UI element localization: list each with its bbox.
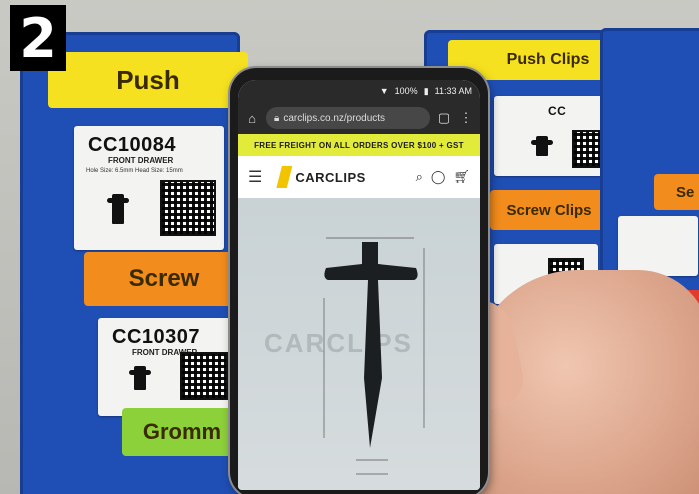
rack-label-text: Screw	[128, 265, 200, 292]
battery-icon: ▮	[423, 85, 429, 96]
account-icon[interactable]: ◯	[431, 169, 446, 185]
url-field[interactable]: 🔒︎ carclips.co.nz/products	[266, 107, 430, 129]
photo-scene: Push CC10084 FRONT DRAWER Hole Size: 6.5…	[0, 0, 699, 494]
rack-label-text: Gromm	[142, 419, 222, 444]
promo-banner-text: FREE FREIGHT ON ALL ORDERS OVER $100 + G…	[254, 140, 464, 150]
qr-code	[180, 352, 228, 400]
home-icon[interactable]: ⌂	[244, 111, 260, 126]
card-code: CC	[548, 104, 567, 118]
status-bar: ▼ 100% ▮ 11:33 AM	[238, 80, 480, 102]
push-clip-diagram	[323, 237, 425, 475]
logo-mark-icon	[276, 166, 293, 188]
rack-label-text: Screw Clips	[506, 201, 592, 219]
rack-label-screw-clips: Screw Clips	[490, 190, 608, 230]
phone-screen: ▼ 100% ▮ 11:33 AM ⌂ 🔒︎ carclips.co.nz/pr…	[238, 80, 480, 490]
promo-banner: FREE FREIGHT ON ALL ORDERS OVER $100 + G…	[238, 134, 480, 156]
product-card	[618, 216, 698, 276]
rack-label-partial: Se	[654, 174, 699, 210]
smartphone: ▼ 100% ▮ 11:33 AM ⌂ 🔒︎ carclips.co.nz/pr…	[230, 68, 488, 494]
signal-icon: ▼	[379, 86, 389, 96]
menu-dots-icon[interactable]: ⋮	[458, 110, 474, 126]
card-code: CC10307	[112, 326, 201, 348]
card-subtitle: FRONT DRAWER	[108, 156, 174, 165]
card-code: CC10084	[88, 134, 177, 156]
rack-label-text: Push	[116, 64, 180, 95]
product-card: CC	[494, 96, 616, 176]
battery-percent: 100%	[394, 86, 418, 96]
rack-label-text: Push Clips	[506, 51, 590, 68]
clip-icon	[129, 366, 151, 390]
tabs-icon[interactable]: ▢	[436, 110, 452, 126]
product-card: CC10307 FRONT DRAWER	[98, 318, 240, 416]
clip-icon	[107, 194, 129, 224]
lock-icon: 🔒︎	[274, 112, 280, 124]
rack-label-screw: Screw	[84, 252, 244, 306]
url-text: carclips.co.nz/products	[283, 112, 386, 124]
qr-code	[160, 180, 216, 236]
rack-label-grommet: Gromm	[122, 408, 242, 456]
product-card: CC10084 FRONT DRAWER Hole Size: 6.5mm He…	[74, 126, 224, 250]
clock: 11:33 AM	[434, 86, 472, 96]
rack-label-push: Push	[48, 52, 248, 108]
step-number: 2	[19, 6, 57, 70]
card-fine-print: Hole Size: 6.5mm Head Size: 15mm	[86, 168, 183, 174]
logo-text: CARCLIPS	[295, 169, 366, 185]
browser-address-bar: ⌂ 🔒︎ carclips.co.nz/products ▢ ⋮	[238, 102, 480, 134]
search-icon[interactable]: ⌕	[416, 169, 423, 185]
product-image: CARCLIPS	[238, 198, 480, 490]
step-number-badge: 2	[10, 5, 66, 71]
clip-icon	[531, 136, 553, 156]
cart-icon[interactable]: 🛒︎	[453, 169, 470, 185]
rack-label-text: Se	[676, 183, 695, 201]
hamburger-menu-icon[interactable]: ☰	[248, 167, 262, 187]
site-logo[interactable]: CARCLIPS	[276, 166, 365, 188]
site-header: ☰ CARCLIPS ⌕ ◯ 🛒︎	[238, 156, 480, 198]
